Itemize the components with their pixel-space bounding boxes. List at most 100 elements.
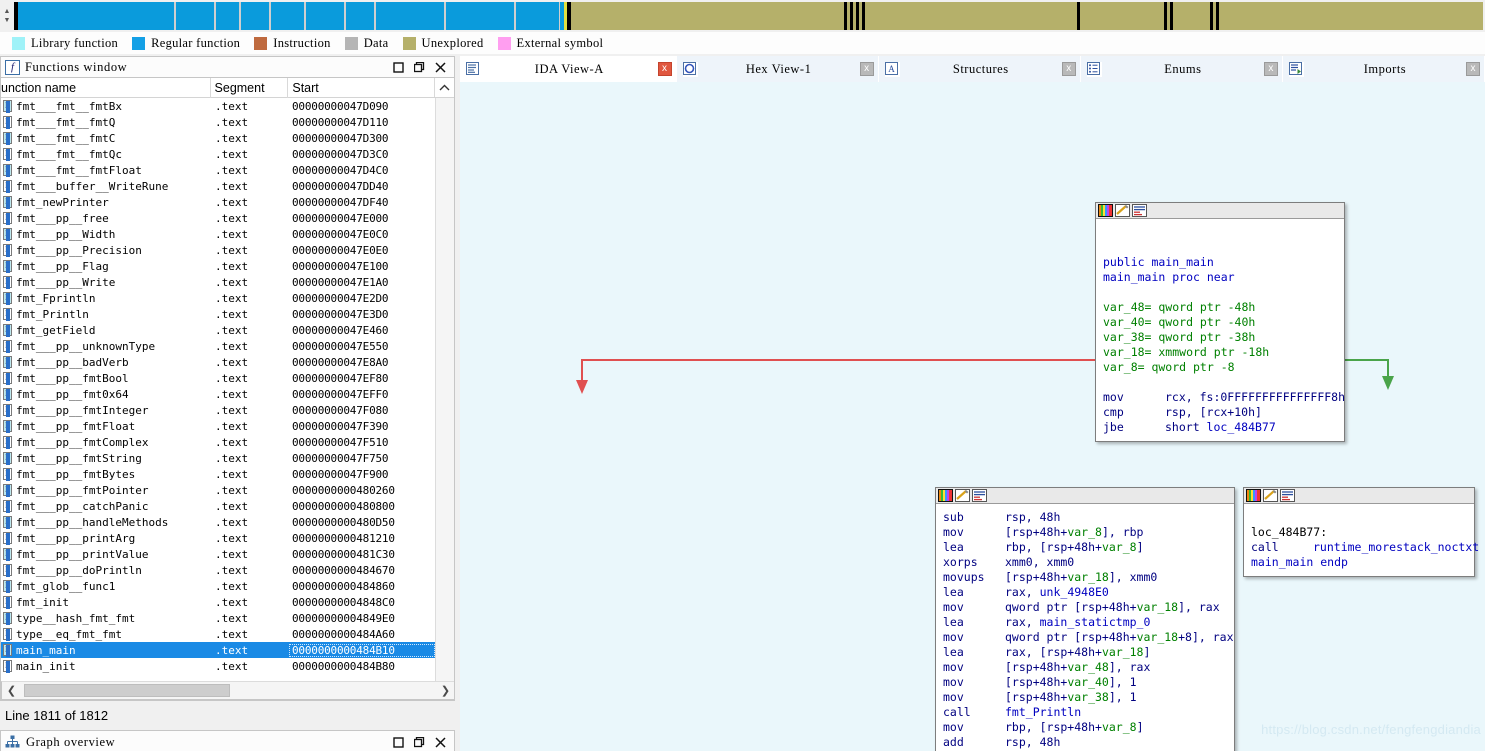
cell-function-name: fmt_Println — [16, 308, 211, 321]
navband-segment[interactable] — [571, 2, 1483, 30]
table-row[interactable]: fmt___pp__fmtString.text00000000047F750 — [1, 450, 436, 466]
table-row[interactable]: fmt___pp__printArg.text0000000000481210 — [1, 530, 436, 546]
asm-instruction-line: movqword ptr [rsp+48h+var_18], rax — [943, 600, 1228, 615]
navband-scroll-arrows[interactable]: ▲ ▼ — [0, 0, 14, 32]
graph-overview-maximize-icon[interactable] — [393, 737, 404, 748]
tab-close-icon[interactable]: x — [658, 62, 672, 76]
table-row[interactable]: fmt___pp__badVerb.text00000000047E8A0 — [1, 354, 436, 370]
functions-window-titlebar[interactable]: f Functions window — [0, 56, 455, 78]
table-row[interactable]: fmt___pp__printValue.text0000000000481C3… — [1, 546, 436, 562]
table-row[interactable]: fmt___buffer__WriteRune.text00000000047D… — [1, 178, 436, 194]
functions-list-body[interactable]: fmt___fmt__fmtBx.text00000000047D090fmt_… — [1, 98, 454, 699]
cell-start-address: 0000000000484A60 — [289, 628, 435, 641]
table-row[interactable]: fmt___fmt__fmtFloat.text00000000047D4C0 — [1, 162, 436, 178]
table-row[interactable]: fmt___pp__fmtBytes.text00000000047F900 — [1, 466, 436, 482]
table-row[interactable]: fmt___pp__fmtPointer.text000000000048026… — [1, 482, 436, 498]
table-row[interactable]: fmt_newPrinter.text00000000047DF40 — [1, 194, 436, 210]
scroll-left-arrow-icon[interactable]: ❮ — [2, 684, 21, 697]
table-row[interactable]: main_init.text0000000000484B80 — [1, 658, 436, 674]
navband-scroll-up-icon[interactable]: ▲ — [4, 9, 11, 15]
hscrollbar-thumb[interactable] — [24, 684, 230, 697]
palette-icon[interactable] — [1098, 204, 1113, 217]
rename-icon[interactable] — [1280, 489, 1295, 502]
functions-list-vscrollbar[interactable] — [435, 98, 454, 699]
functions-window-title: Functions window — [25, 60, 393, 75]
edit-icon[interactable] — [955, 489, 970, 502]
disassembly-graph-canvas[interactable]: public main_mainmain_main proc nearvar_4… — [460, 82, 1485, 751]
scroll-up-arrow-icon[interactable] — [434, 78, 454, 97]
graph-node-body[interactable]: subrsp, 48hmov[rsp+48h+var_8], rbplearbp… — [935, 487, 1235, 751]
edit-icon[interactable] — [1115, 204, 1130, 217]
navband-segment[interactable] — [18, 2, 564, 30]
legend-label: Unexplored — [422, 36, 484, 51]
functions-list-hscrollbar[interactable]: ❮ ❯ — [1, 681, 455, 700]
table-row[interactable]: fmt___pp__fmtComplex.text00000000047F510 — [1, 434, 436, 450]
cell-start-address: 00000000047DD40 — [289, 180, 435, 193]
table-row[interactable]: fmt___pp__Precision.text00000000047E0E0 — [1, 242, 436, 258]
column-header-function-name[interactable]: unction name — [1, 78, 211, 98]
navband-strip[interactable] — [14, 2, 1483, 30]
table-row[interactable]: fmt_glob__func1.text0000000000484860 — [1, 578, 436, 594]
graph-node-entry[interactable]: public main_mainmain_main proc nearvar_4… — [1095, 202, 1345, 442]
table-row[interactable]: fmt___pp__fmtBool.text00000000047EF80 — [1, 370, 436, 386]
tab-close-icon[interactable]: x — [1466, 62, 1480, 76]
palette-icon[interactable] — [938, 489, 953, 502]
table-row[interactable]: fmt___pp__Write.text00000000047E1A0 — [1, 274, 436, 290]
table-row[interactable]: fmt_getField.text00000000047E460 — [1, 322, 436, 338]
node-toolbar[interactable] — [1096, 203, 1344, 219]
tab-structures[interactable]: AStructuresx — [879, 56, 1081, 82]
table-row[interactable]: fmt___fmt__fmtQ.text00000000047D110 — [1, 114, 436, 130]
table-row[interactable]: fmt___pp__fmtFloat.text00000000047F390 — [1, 418, 436, 434]
graph-overview-close-icon[interactable] — [435, 737, 446, 748]
close-icon[interactable] — [435, 62, 446, 73]
table-row[interactable]: fmt_init.text00000000004848C0 — [1, 594, 436, 610]
tab-close-icon[interactable]: x — [1264, 62, 1278, 76]
table-row[interactable]: fmt_Fprintln.text00000000047E2D0 — [1, 290, 436, 306]
table-row[interactable]: fmt___pp__unknownType.text00000000047E55… — [1, 338, 436, 354]
table-row[interactable]: fmt___pp__Width.text00000000047E0C0 — [1, 226, 436, 242]
table-row[interactable]: fmt___pp__fmt0x64.text00000000047EFF0 — [1, 386, 436, 402]
tab-enums[interactable]: Enumsx — [1081, 56, 1283, 82]
navband-scroll-down-icon[interactable]: ▼ — [4, 18, 11, 24]
table-row[interactable]: fmt___fmt__fmtC.text00000000047D300 — [1, 130, 436, 146]
tab-hex-view-1[interactable]: Hex View-1x — [677, 56, 879, 82]
table-row[interactable]: fmt___pp__catchPanic.text000000000048080… — [1, 498, 436, 514]
node-toolbar[interactable] — [1244, 488, 1474, 504]
table-row[interactable]: fmt___fmt__fmtQc.text00000000047D3C0 — [1, 146, 436, 162]
table-row[interactable]: fmt___pp__fmtInteger.text00000000047F080 — [1, 402, 436, 418]
table-row[interactable]: fmt___fmt__fmtBx.text00000000047D090 — [1, 98, 436, 114]
table-row[interactable]: fmt_Println.text00000000047E3D0 — [1, 306, 436, 322]
palette-icon[interactable] — [1246, 489, 1261, 502]
table-row[interactable]: fmt___pp__doPrintln.text0000000000484670 — [1, 562, 436, 578]
graph-overview-titlebar[interactable]: Graph overview — [0, 730, 455, 751]
table-row[interactable]: type__eq_fmt_fmt.text0000000000484A60 — [1, 626, 436, 642]
restore-icon[interactable] — [414, 62, 425, 73]
table-row[interactable]: fmt___pp__handleMethods.text000000000048… — [1, 514, 436, 530]
tab-close-icon[interactable]: x — [860, 62, 874, 76]
rename-icon[interactable] — [1132, 204, 1147, 217]
table-row[interactable]: main_main.text0000000000484B10 — [1, 642, 436, 658]
table-row[interactable]: type__hash_fmt_fmt.text00000000004849E0 — [1, 610, 436, 626]
tab-imports[interactable]: Importsx — [1283, 56, 1485, 82]
table-row[interactable]: fmt___pp__free.text00000000047E000 — [1, 210, 436, 226]
function-bar-marker — [6, 437, 10, 449]
scroll-right-arrow-icon[interactable]: ❯ — [436, 684, 455, 697]
function-bar-marker — [6, 309, 10, 321]
tab-close-icon[interactable]: x — [1062, 62, 1076, 76]
node-toolbar[interactable] — [936, 488, 1234, 504]
table-row[interactable]: fmt___pp__Flag.text00000000047E100 — [1, 258, 436, 274]
graph-node-morestack[interactable]: loc_484B77:callruntime_morestack_noctxtm… — [1243, 487, 1475, 577]
navigation-band[interactable]: ▲ ▼ — [0, 0, 1485, 32]
functions-list-header[interactable]: unction name Segment Start — [1, 78, 454, 98]
maximize-icon[interactable] — [393, 62, 404, 73]
graph-overview-restore-icon[interactable] — [414, 737, 425, 748]
functions-list[interactable]: unction name Segment Start fmt___fmt__fm… — [0, 78, 455, 701]
asm-mnemonic: lea — [943, 615, 1005, 630]
tab-ida-view-a[interactable]: IDA View-Ax — [460, 56, 677, 82]
column-header-segment[interactable]: Segment — [211, 78, 289, 98]
edit-icon[interactable] — [1263, 489, 1278, 502]
column-header-start[interactable]: Start — [288, 78, 434, 98]
rename-icon[interactable] — [972, 489, 987, 502]
view-tabbar[interactable]: IDA View-AxHex View-1xAStructuresxEnumsx… — [460, 56, 1485, 82]
cell-function-name: fmt___pp__doPrintln — [16, 564, 211, 577]
